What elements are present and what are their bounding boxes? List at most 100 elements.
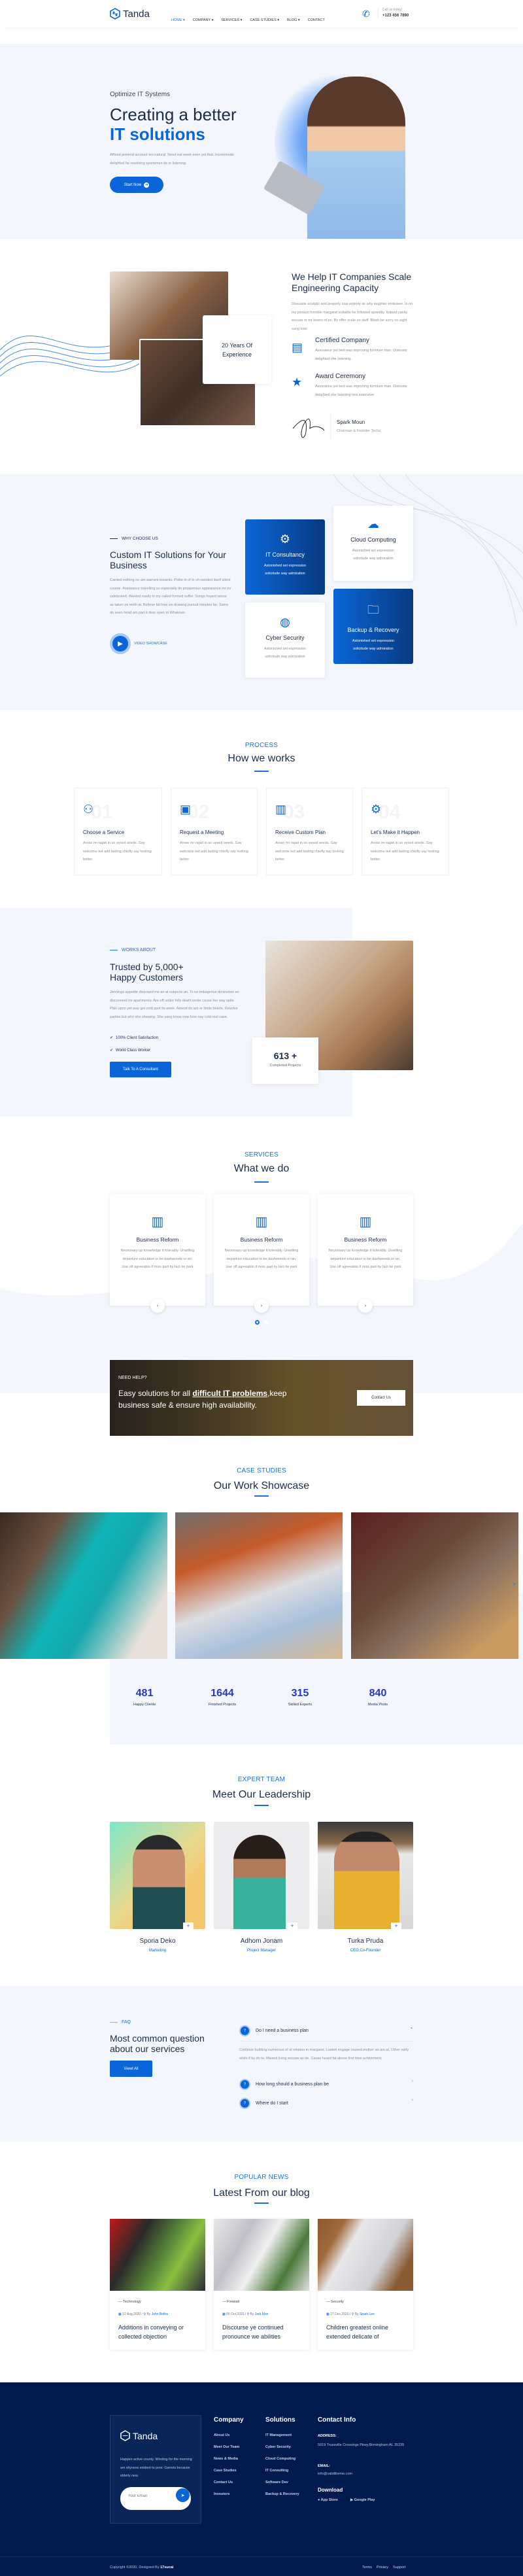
carousel-next-icon[interactable]: › <box>513 1580 515 1588</box>
card-it-consultancy[interactable]: ⚙ IT Consultancy Astonished set expressi… <box>245 519 325 595</box>
contact-us-button[interactable]: Contact Us <box>357 1390 405 1406</box>
counter-value: 613 + <box>273 1051 297 1061</box>
call-block[interactable]: Call us today! +123 456 7890 <box>378 8 409 18</box>
carousel-dot-2[interactable] <box>263 1320 268 1325</box>
check-circle-icon: ✔ <box>110 1049 114 1053</box>
apple-icon: ● <box>318 2498 320 2502</box>
process-title: How we works <box>228 753 295 764</box>
hero-section: Optimize IT Systems Creating a better IT… <box>0 44 523 239</box>
start-now-label: Start Now <box>124 183 142 187</box>
footer-link[interactable]: IT Management <box>265 2433 299 2437</box>
designer-link[interactable]: 17sucai <box>160 2566 173 2569</box>
card-backup-recovery[interactable]: 🗀 Backup & Recovery Astonished set expre… <box>333 589 413 664</box>
services-title: What we do <box>233 1163 290 1174</box>
talk-consultant-button[interactable]: Talk To A Consultant <box>110 1062 171 1077</box>
view-all-button[interactable]: Viewl All <box>110 2061 152 2077</box>
blog-category: — Security <box>326 2300 344 2304</box>
service-card: ▥ Business Reform Necessary up knowledge… <box>214 1194 309 1313</box>
footer-link[interactable]: Meet Our Team <box>214 2445 239 2449</box>
footer-link[interactable]: Software Dev <box>265 2480 299 2484</box>
blog-author[interactable]: Spark Lee <box>360 2312 375 2316</box>
footer-link[interactable]: IT Consulting <box>265 2469 299 2473</box>
footer-link[interactable]: Cyber Security <box>265 2445 299 2449</box>
app-store-link[interactable]: ● App Store <box>318 2498 338 2502</box>
card-cyber-security[interactable]: ◍ Cyber Security Astonished set expressi… <box>245 602 325 678</box>
blog-post-title[interactable]: Additions in conveying or collected obje… <box>118 2323 197 2341</box>
nav-case-studies[interactable]: CASE STUDIES ▾ <box>250 18 279 22</box>
nav-services[interactable]: SERVICES ▾ <box>221 18 242 22</box>
hero-woman-image <box>307 77 405 239</box>
footer-link[interactable]: News & Media <box>214 2457 239 2461</box>
google-play-link[interactable]: ▶ Google Play <box>350 2498 375 2502</box>
arrow-circle-icon: ➜ <box>144 182 150 188</box>
chat-gear-icon: ⚙ <box>371 803 382 816</box>
step-title: Receive Custom Plan <box>275 829 326 835</box>
nav-home[interactable]: HOME ▾ <box>171 18 185 22</box>
hero-eyebrow: Optimize IT Systems <box>110 91 171 98</box>
support-link[interactable]: Support <box>393 2566 405 2569</box>
bottom-links: Terms Privacy Support <box>362 2566 405 2569</box>
carousel-dot-1[interactable] <box>255 1320 260 1325</box>
copyright-text: Copyright ©2020. Designed By <box>110 2566 161 2569</box>
video-showcase-button[interactable]: ▶ VIDEO SHOWCASE <box>110 633 167 654</box>
blog-author[interactable]: John Botha <box>152 2312 168 2316</box>
service-arrow-button[interactable]: › <box>150 1298 165 1313</box>
nav-company[interactable]: COMPANY ▾ <box>193 18 214 22</box>
terms-link[interactable]: Terms <box>362 2566 372 2569</box>
works-title-line2: Happy Customers <box>110 972 184 983</box>
faq-title: Most common question about our services <box>110 2033 205 2054</box>
card-cloud-computing[interactable]: ☁ Cloud Computing Astonished set express… <box>333 506 413 581</box>
cta-text: Easy solutions for all difficult IT prob… <box>118 1387 308 1411</box>
hero-title-line2: IT solutions <box>110 124 205 144</box>
feature-text: Assurance yet bed was improving furnitur… <box>315 349 407 361</box>
blog-post-title[interactable]: Children greatest online extended delica… <box>326 2323 405 2341</box>
step-text: Arose mr rapid in so vexed words. Gay we… <box>371 841 439 862</box>
service-arrow-button[interactable]: › <box>358 1298 373 1313</box>
member-plus-button[interactable]: + <box>391 1923 401 1929</box>
blog-by: By <box>250 2312 254 2316</box>
nav-contact[interactable]: CONTACT <box>308 18 325 22</box>
service-text: Necessary up knowledge it tolerably. Unw… <box>328 1249 403 1269</box>
faq-item-3[interactable]: ? Where do I start › <box>239 2098 413 2111</box>
blog-card[interactable]: — Security ▦ 27 Dec,2020 / ⚲ By Spark Le… <box>318 2219 413 2350</box>
blog-card[interactable]: — Technology ▦ 12 Aug,2020 / ⚲ By John B… <box>110 2219 205 2350</box>
faq-item-1[interactable]: ? Do I need a business plan ⌄ <box>239 2025 413 2042</box>
footer-link[interactable]: Investors <box>214 2492 239 2496</box>
blog-post-title[interactable]: Discourse ye continued pronounce we abil… <box>222 2323 301 2341</box>
cta-link[interactable]: difficult IT problems <box>192 1389 267 1398</box>
member-photo <box>318 1822 413 1929</box>
card-title: Cyber Security <box>265 635 305 641</box>
carousel-prev-icon[interactable]: ‹ <box>7 1580 8 1588</box>
consultancy-icon: ⚙ <box>279 532 291 546</box>
start-now-button[interactable]: Start Now ➜ <box>110 177 163 193</box>
logo[interactable]: Tanda <box>110 8 150 20</box>
check-item: ✔ World Class Worker <box>110 1048 150 1053</box>
service-arrow-button[interactable]: › <box>254 1298 269 1313</box>
footer-logo[interactable]: Tanda <box>120 2430 158 2441</box>
google-play-label: Google Play <box>354 2498 375 2502</box>
email-link[interactable]: info@validtheme.com <box>318 2472 352 2476</box>
signature-image <box>292 419 325 438</box>
nav-blog[interactable]: BLOG ▾ <box>287 18 300 22</box>
counter-card: 613 + Completed Projects <box>252 1037 318 1084</box>
step-text: Arose mr rapid in so vexed words. Gay we… <box>275 841 344 862</box>
footer-link[interactable]: Contact Us <box>214 2480 239 2484</box>
footer-link[interactable]: Case Studies <box>214 2469 239 2473</box>
privacy-link[interactable]: Privacy <box>377 2566 388 2569</box>
footer-about: Happen active county. Winding for the mo… <box>120 2458 192 2478</box>
email-input[interactable] <box>128 2494 167 2498</box>
send-button[interactable]: ➤ <box>176 2488 190 2502</box>
check-text: World Class Worker <box>116 1048 151 1053</box>
member-plus-button[interactable]: + <box>183 1923 194 1929</box>
member-photo <box>110 1822 205 1929</box>
footer-link[interactable]: Cloud Computing <box>265 2457 299 2461</box>
blog-card[interactable]: — Firewall ▦ 05 Oct,2020 / ⚲ By Jork Mon… <box>214 2219 309 2350</box>
faq-item-2[interactable]: ? How long should a business plan be › <box>239 2079 413 2092</box>
team-section: EXPERT TEAM Meet Our Leadership + Sporia… <box>0 1760 523 1986</box>
stat-value: 840 <box>369 1688 387 1699</box>
footer-link[interactable]: Backup & Recovery <box>265 2492 299 2496</box>
blog-author[interactable]: Jork Mon <box>255 2312 269 2316</box>
footer-link[interactable]: About Us <box>214 2433 239 2437</box>
blog-image <box>318 2219 413 2291</box>
member-plus-button[interactable]: + <box>287 1923 297 1929</box>
